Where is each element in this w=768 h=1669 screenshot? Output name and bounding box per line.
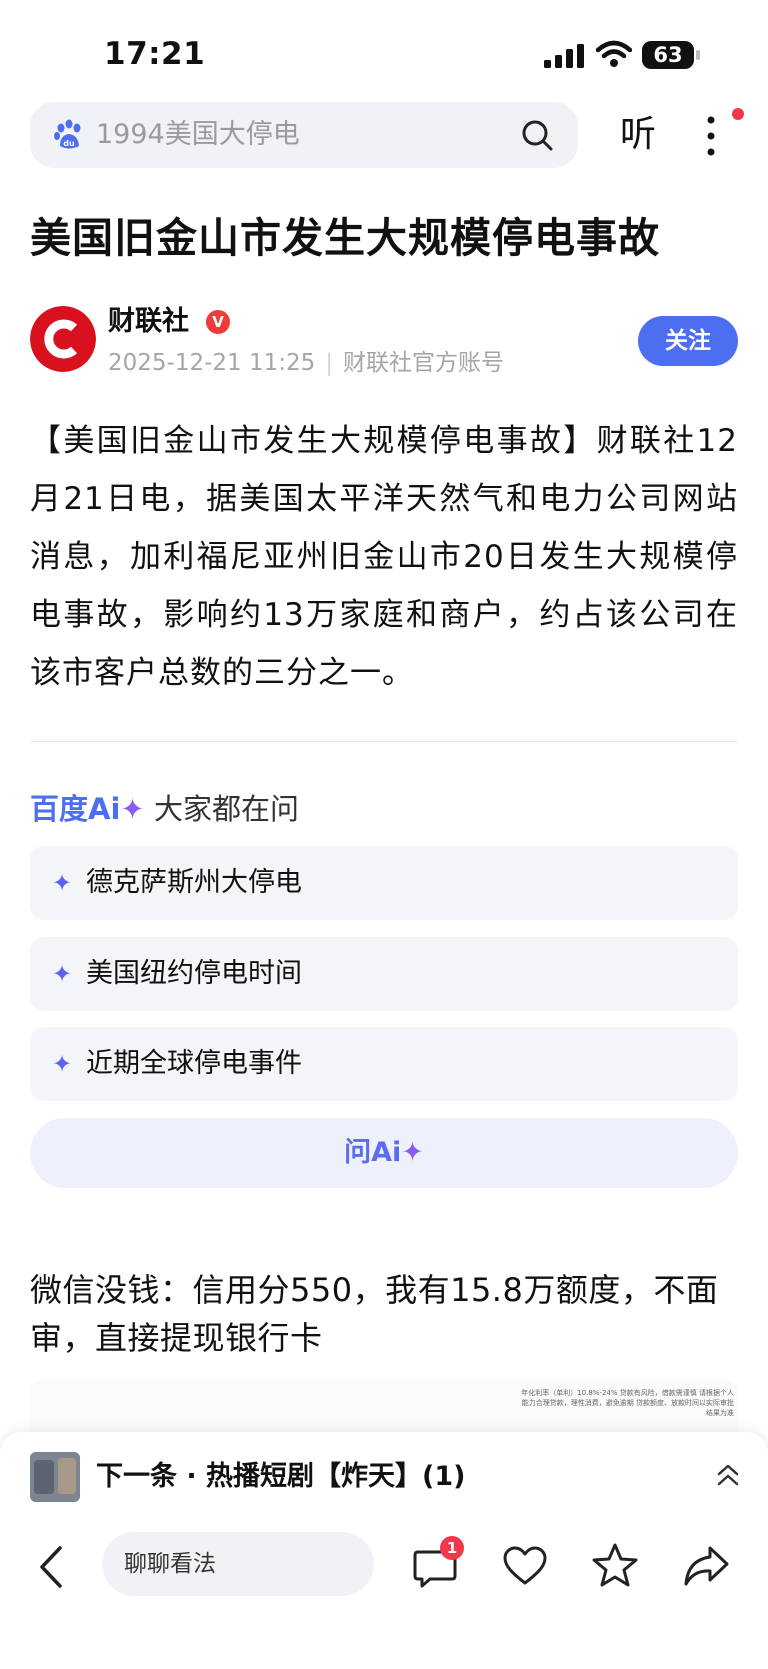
comment-input[interactable]: 聊聊看法 [102,1532,374,1596]
meta-separator: | [325,350,334,376]
svg-text:du: du [63,139,75,148]
divider [30,741,738,742]
verified-badge-icon: V [206,310,230,334]
baidu-paw-icon: du [54,119,81,149]
notification-dot [732,108,744,120]
search-input[interactable]: 1994美国大停电 [96,118,300,152]
heart-icon[interactable] [502,1546,548,1586]
follow-button[interactable]: 关注 [638,316,738,366]
ai-question-item[interactable]: ✦ 近期全球停电事件 [30,1027,738,1101]
ai-section-heading: 大家都在问 [154,792,300,826]
ai-question-item[interactable]: ✦ 美国纽约停电时间 [30,937,738,1011]
star-icon[interactable] [592,1542,638,1588]
article-meta: 2025-12-21 11:25 | 财联社官方账号 [108,348,504,378]
sparkle-icon: ✦ [52,960,73,988]
battery-indicator: 63 [642,41,694,69]
sparkle-icon: ✦ [52,869,73,897]
article-body: 【美国旧金山市发生大规模停电事故】财联社12月21日电，据美国太平洋天然气和电力… [30,423,738,691]
next-up-thumbnail [30,1452,80,1502]
sparkle-icon: ✦ [120,792,145,826]
source-label: 财联社官方账号 [343,350,505,376]
listen-button[interactable]: 听 [620,112,656,158]
back-arrow-icon[interactable] [36,1544,66,1590]
ad-title[interactable]: 微信没钱：信用分550，我有15.8万额度，不面审，直接提现银行卡 [30,1266,738,1362]
search-icon[interactable] [520,118,554,152]
baidu-ai-logo: 百度Ai✦ [30,792,145,826]
sparkle-icon: ✦ [401,1137,424,1168]
publish-date: 2025-12-21 11:25 [108,350,316,376]
ad-fine-print: 年化利率（单利）10.8%-24% 贷款有风险，借款需谨慎 请根据个人能力合理贷… [521,1389,734,1417]
next-up-label[interactable]: 下一条 · 热播短剧【炸天】(1) [96,1458,466,1496]
ask-ai-button[interactable]: 问Ai✦ [30,1118,738,1188]
battery-tip [696,50,700,60]
wifi-icon [596,40,632,67]
comment-count-badge: 1 [440,1536,464,1560]
share-icon[interactable] [682,1544,730,1588]
signal-icon [544,44,584,68]
more-options-icon[interactable] [704,114,718,158]
author-name[interactable]: 财联社 [108,304,189,340]
sparkle-icon: ✦ [52,1050,73,1078]
status-time: 17:21 [104,36,206,72]
ai-question-item[interactable]: ✦ 德克萨斯州大停电 [30,846,738,920]
double-chevron-up-icon[interactable] [716,1462,740,1488]
author-avatar[interactable] [30,306,96,372]
article-title: 美国旧金山市发生大规模停电事故 [30,214,660,262]
